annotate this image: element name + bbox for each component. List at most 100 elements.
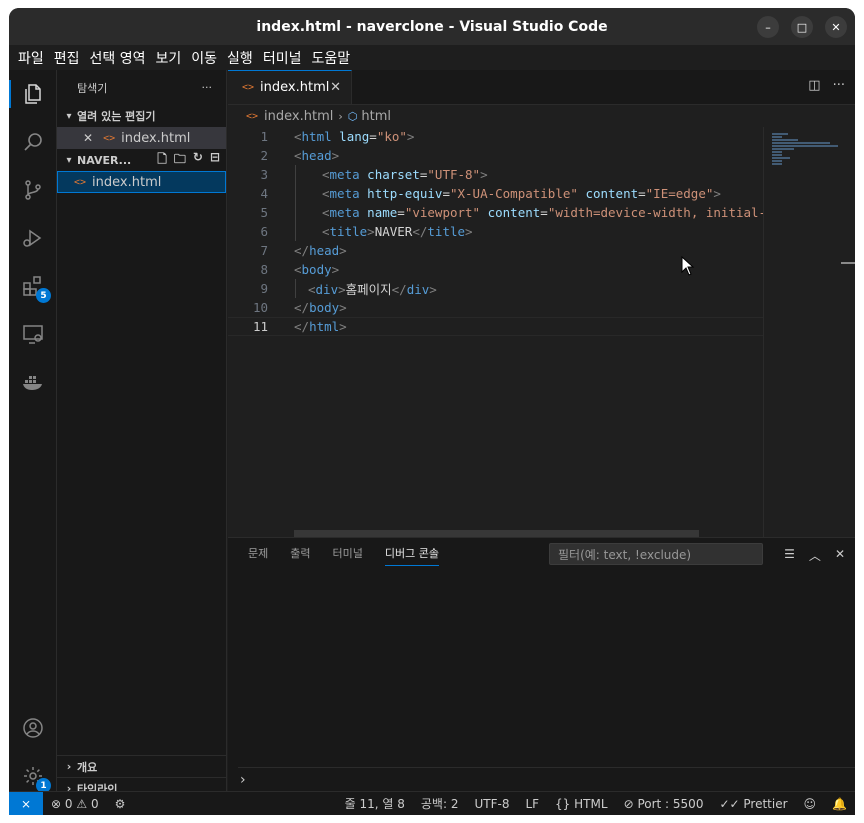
file-tree-item[interactable]: <> index.html	[57, 171, 226, 193]
new-folder-icon[interactable]: 🗀	[174, 150, 186, 171]
breadcrumb: <> index.html › ⬡ html	[228, 105, 855, 127]
chevron-right-icon: ›	[66, 760, 72, 773]
tab-index-html[interactable]: <> index.html ✕	[228, 70, 352, 104]
code-token: =	[442, 186, 450, 201]
maximize-panel-icon[interactable]: ︿	[809, 547, 821, 564]
search-icon[interactable]	[19, 128, 47, 156]
explorer-more-button[interactable]: ···	[202, 81, 213, 94]
chevron-down-icon: ▾	[66, 110, 72, 122]
explorer-header: 탐색기 ···	[57, 70, 226, 105]
tab-terminal[interactable]: 터미널	[333, 545, 363, 561]
more-actions-icon[interactable]: ···	[833, 78, 845, 93]
warning-icon: ⚠	[76, 796, 88, 811]
cursor-position[interactable]: 줄 11, 열 8	[337, 795, 413, 812]
menu-terminal[interactable]: 터미널	[258, 48, 307, 68]
code-text: <meta name="viewport" content="width=dev…	[294, 205, 764, 220]
close-tab-icon[interactable]: ✕	[330, 80, 341, 95]
code-token: >	[713, 186, 721, 201]
docker-icon[interactable]	[19, 368, 47, 396]
close-window-button[interactable]: ✕	[825, 16, 847, 38]
code-token: "X-UA-Compatible"	[449, 186, 578, 201]
indentation-status[interactable]: 공백: 2	[413, 795, 467, 812]
menu-help[interactable]: 도움말	[306, 48, 355, 68]
close-editor-icon[interactable]: ✕	[83, 131, 93, 145]
code-token: =	[397, 205, 405, 220]
debug-console-input[interactable]: ›	[238, 767, 855, 791]
bottom-panel: 문제 출력 터미널 디버그 콘솔 필터(예: text, !exclude) ☰…	[228, 537, 855, 791]
prettier-status[interactable]: ✓✓ Prettier	[711, 797, 795, 811]
debug-status-icon[interactable]: ⚙	[107, 797, 134, 811]
code-line[interactable]: 5 <meta name="viewport" content="width=de…	[228, 203, 764, 222]
language-status[interactable]: {} HTML	[547, 797, 616, 811]
breadcrumb-symbol[interactable]: html	[361, 109, 391, 124]
minimap[interactable]	[763, 127, 843, 547]
menu-view[interactable]: 보기	[151, 48, 187, 68]
code-line[interactable]: 3 <meta charset="UTF-8">	[228, 165, 763, 184]
accounts-icon[interactable]	[19, 714, 47, 742]
notifications-bell-icon[interactable]: 🔔	[824, 797, 855, 811]
extensions-badge: 5	[36, 288, 51, 303]
chevron-right-icon: ›	[338, 109, 343, 123]
code-line[interactable]: 4 <meta http-equiv="X-UA-Compatible" cont…	[228, 184, 763, 203]
menu-go[interactable]: 이동	[186, 48, 222, 68]
code-line[interactable]: 9 <div>홈페이지</div>	[228, 279, 763, 298]
split-editor-icon[interactable]: ◫	[808, 78, 820, 93]
source-control-icon[interactable]	[19, 176, 47, 204]
status-bar: ⨯ ⊗ 0 ⚠ 0 ⚙ 줄 11, 열 8 공백: 2 UTF-8 LF {} …	[9, 791, 855, 815]
open-editor-item[interactable]: ✕ <> index.html	[57, 127, 226, 149]
new-file-icon[interactable]: 🗋	[157, 150, 167, 171]
menu-file[interactable]: 파일	[13, 48, 49, 68]
maximize-button[interactable]: □	[791, 16, 813, 38]
eol-status[interactable]: LF	[517, 797, 547, 811]
refresh-icon[interactable]: ↻	[193, 150, 203, 171]
run-debug-icon[interactable]	[19, 224, 47, 252]
code-line[interactable]: 11 </html>	[228, 317, 763, 336]
prompt-chevron-icon: ›	[240, 771, 246, 788]
breadcrumb-file[interactable]: index.html	[264, 109, 333, 124]
debug-filter-input[interactable]: 필터(예: text, !exclude)	[549, 543, 763, 565]
open-editors-section[interactable]: ▾ 열려 있는 편집기	[57, 105, 226, 127]
minimize-button[interactable]: –	[757, 16, 779, 38]
encoding-status[interactable]: UTF-8	[466, 797, 517, 811]
code-token: "IE=edge"	[645, 186, 714, 201]
code-token: =	[540, 205, 548, 220]
code-token: >	[338, 282, 346, 297]
code-line[interactable]: 10 </body>	[228, 298, 763, 317]
live-server-status[interactable]: ⊘ Port : 5500	[616, 797, 712, 811]
collapse-all-icon[interactable]: ⊟	[210, 150, 220, 171]
code-editor[interactable]: 1 <html lang="ko"> 2 <head> 3 <meta charset="…	[228, 127, 764, 527]
code-token: body	[301, 262, 332, 277]
tab-debug-console[interactable]: 디버그 콘솔	[384, 545, 439, 566]
feedback-icon[interactable]: ☺	[796, 797, 825, 811]
prettier-label: Prettier	[743, 796, 788, 811]
remote-indicator-button[interactable]: ⨯	[9, 791, 43, 815]
outline-section[interactable]: › 개요	[57, 755, 227, 777]
problems-status[interactable]: ⊗ 0 ⚠ 0	[43, 797, 107, 811]
warning-count: 0	[90, 796, 99, 811]
clear-console-icon[interactable]: ☰	[784, 547, 795, 564]
explorer-icon[interactable]	[19, 80, 47, 108]
tab-problems[interactable]: 문제	[248, 545, 268, 561]
code-token: name	[367, 205, 398, 220]
status-right: 줄 11, 열 8 공백: 2 UTF-8 LF {} HTML ⊘ Port …	[337, 795, 855, 812]
code-token: <	[322, 205, 330, 220]
code-line[interactable]: 6 <title>NAVER</title>	[228, 222, 763, 241]
menu-edit[interactable]: 편집	[49, 48, 85, 68]
close-panel-icon[interactable]: ✕	[835, 547, 845, 564]
remote-explorer-icon[interactable]	[19, 320, 47, 348]
manage-gear-icon[interactable]: 1	[19, 762, 51, 793]
code-line[interactable]: 2 <head>	[228, 146, 763, 165]
html-file-icon: <>	[103, 132, 116, 144]
code-token: >	[331, 262, 340, 277]
line-number: 11	[252, 319, 268, 334]
window-title: index.html - naverclone - Visual Studio …	[256, 18, 608, 35]
folder-section[interactable]: ▾ NAVER... 🗋 🗀 ↻ ⊟	[57, 149, 226, 171]
menu-selection[interactable]: 선택 영역	[85, 48, 151, 68]
menu-run[interactable]: 실행	[222, 48, 258, 68]
tab-output[interactable]: 출력	[290, 545, 310, 561]
code-text: </body>	[294, 300, 764, 315]
line-number: 5	[260, 205, 268, 220]
extensions-icon[interactable]: 5	[19, 272, 51, 303]
code-line[interactable]: 1 <html lang="ko">	[228, 127, 763, 146]
code-token: >	[339, 243, 347, 258]
